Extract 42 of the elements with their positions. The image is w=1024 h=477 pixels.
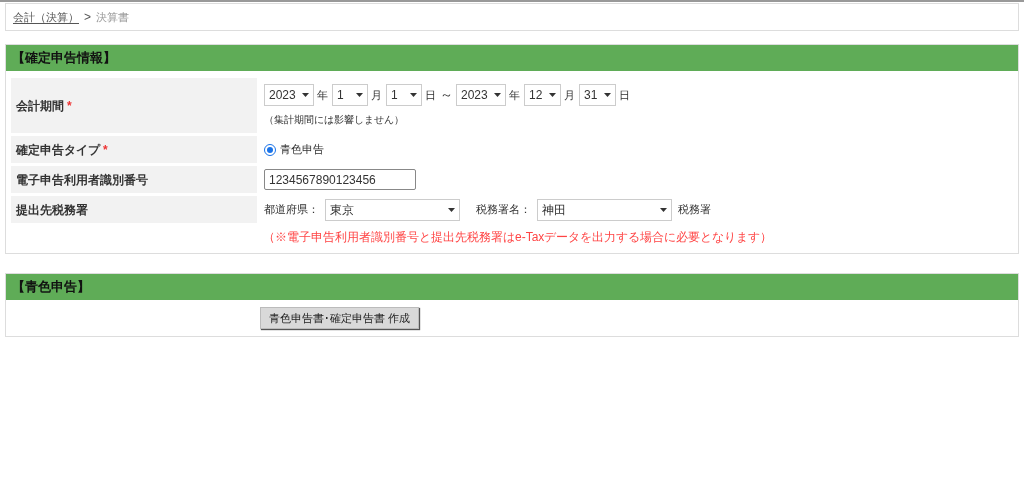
field-label: 税務署名： <box>476 202 531 218</box>
note-text: （※電子申告利用者識別番号と提出先税務署はe-Taxデータを出力する場合に必要となります） <box>263 230 773 244</box>
date-select[interactable]: 1 <box>332 84 368 106</box>
field-label: 都道府県： <box>264 202 319 218</box>
text-input[interactable]: 1234567890123456 <box>264 169 416 190</box>
field-label: 確定申告タイプ <box>16 141 100 159</box>
caret-icon <box>302 93 309 97</box>
caret-icon <box>410 93 417 97</box>
caret-icon <box>604 93 611 97</box>
range-separator: ～ <box>440 86 453 105</box>
field-label: 電子申告利用者識別番号 <box>16 171 148 189</box>
field-label: 提出先税務署 <box>16 201 88 219</box>
unit-label: 日 <box>425 87 436 103</box>
breadcrumb-separator: > <box>84 9 91 26</box>
office-select[interactable]: 神田 <box>537 198 672 221</box>
date-select[interactable]: 2023 <box>456 84 506 106</box>
section-header: 【青色申告】 <box>6 274 1018 300</box>
radio-label: 青色申告 <box>280 142 324 158</box>
prefecture-select[interactable]: 東京 <box>325 198 460 221</box>
breadcrumb-link[interactable]: 会計（決算） <box>13 8 79 26</box>
unit-label: 年 <box>509 87 520 103</box>
required-mark: * <box>67 97 72 115</box>
required-mark: * <box>103 141 108 159</box>
date-select[interactable]: 31 <box>579 84 616 106</box>
field-label: 税務署 <box>678 202 711 218</box>
unit-label: 日 <box>619 87 630 103</box>
unit-label: 月 <box>371 87 382 103</box>
caret-icon <box>448 207 455 212</box>
create-button[interactable]: 青色申告書･確定申告書 作成 <box>260 307 420 329</box>
caret-icon <box>356 93 363 97</box>
hint-text: （集計期間には影響しません） <box>264 113 405 127</box>
unit-label: 年 <box>317 87 328 103</box>
breadcrumb-current: 決算書 <box>96 9 129 25</box>
unit-label: 月 <box>564 87 575 103</box>
section-header: 【確定申告情報】 <box>6 45 1018 71</box>
field-label: 会計期間 <box>16 97 64 115</box>
date-select[interactable]: 1 <box>386 84 422 106</box>
caret-icon <box>549 93 556 97</box>
caret-icon <box>660 207 667 212</box>
date-select[interactable]: 2023 <box>264 84 314 106</box>
date-select[interactable]: 12 <box>524 84 561 106</box>
caret-icon <box>494 93 501 97</box>
